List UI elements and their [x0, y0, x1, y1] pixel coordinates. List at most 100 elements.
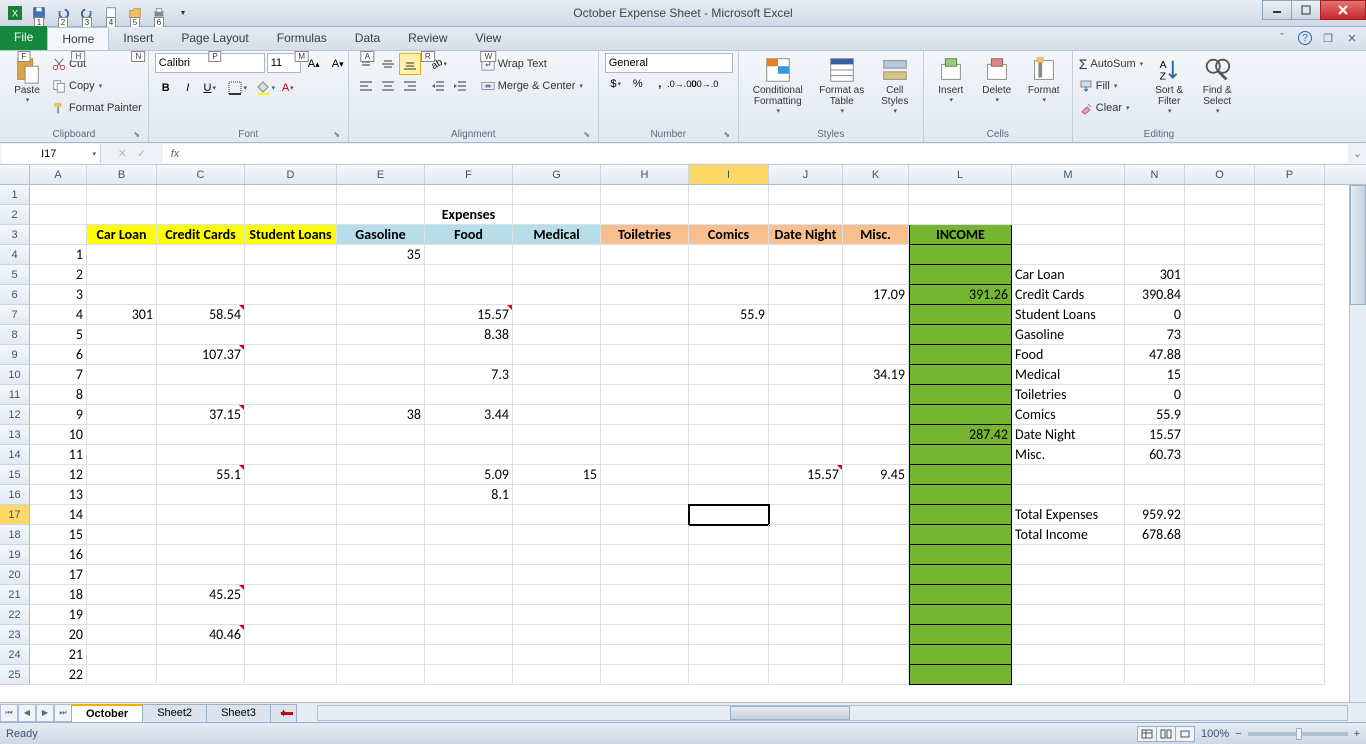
qat-print-icon[interactable]: 6 — [148, 3, 170, 23]
merge-center-button[interactable]: Merge & Center▾ — [481, 75, 583, 97]
cell-M9[interactable]: Food — [1012, 345, 1125, 365]
cell-D7[interactable] — [245, 305, 337, 325]
cell-F6[interactable] — [425, 285, 513, 305]
cell-M5[interactable]: Car Loan — [1012, 265, 1125, 285]
cell-O9[interactable] — [1185, 345, 1255, 365]
cell-C9[interactable]: 107.37 — [157, 345, 245, 365]
cell-N5[interactable]: 301 — [1125, 265, 1185, 285]
cell-G5[interactable] — [513, 265, 601, 285]
align-center-icon[interactable] — [377, 75, 399, 97]
formula-input[interactable] — [187, 148, 1348, 160]
cell-J8[interactable] — [769, 325, 843, 345]
cell-D14[interactable] — [245, 445, 337, 465]
cell-B17[interactable] — [87, 505, 157, 525]
tab-insert[interactable]: InsertN — [109, 27, 167, 50]
insert-cells-button[interactable]: Insert▾ — [930, 53, 972, 104]
cell-B4[interactable] — [87, 245, 157, 265]
cell-I4[interactable] — [689, 245, 769, 265]
cell-O7[interactable] — [1185, 305, 1255, 325]
cell-M10[interactable]: Medical — [1012, 365, 1125, 385]
qat-new-icon[interactable]: 4 — [100, 3, 122, 23]
cell-F4[interactable] — [425, 245, 513, 265]
cell-O22[interactable] — [1185, 605, 1255, 625]
cell-F15[interactable]: 5.09 — [425, 465, 513, 485]
cell-E12[interactable]: 38 — [337, 405, 425, 425]
cell-P1[interactable] — [1255, 185, 1325, 205]
column-header-D[interactable]: D — [245, 165, 337, 184]
cell-A18[interactable]: 15 — [30, 525, 87, 545]
cell-B20[interactable] — [87, 565, 157, 585]
conditional-formatting-button[interactable]: Conditional Formatting▾ — [745, 53, 811, 115]
cell-O8[interactable] — [1185, 325, 1255, 345]
cell-H13[interactable] — [601, 425, 689, 445]
cell-G11[interactable] — [513, 385, 601, 405]
column-header-M[interactable]: M — [1012, 165, 1125, 184]
cell-K11[interactable] — [843, 385, 909, 405]
tab-formulas[interactable]: FormulasM — [263, 27, 341, 50]
row-header-20[interactable]: 20 — [0, 565, 30, 585]
cell-D18[interactable] — [245, 525, 337, 545]
cell-I17[interactable] — [689, 505, 769, 525]
cell-F5[interactable] — [425, 265, 513, 285]
cell-D12[interactable] — [245, 405, 337, 425]
row-header-2[interactable]: 2 — [0, 205, 30, 225]
cell-N6[interactable]: 390.84 — [1125, 285, 1185, 305]
cell-M1[interactable] — [1012, 185, 1125, 205]
cell-I8[interactable] — [689, 325, 769, 345]
cell-F7[interactable]: 15.57 — [425, 305, 513, 325]
cell-K2[interactable] — [843, 205, 909, 225]
cell-F24[interactable] — [425, 645, 513, 665]
cell-K17[interactable] — [843, 505, 909, 525]
row-header-3[interactable]: 3 — [0, 225, 30, 245]
cell-C8[interactable] — [157, 325, 245, 345]
cell-N21[interactable] — [1125, 585, 1185, 605]
cell-E5[interactable] — [337, 265, 425, 285]
cell-D19[interactable] — [245, 545, 337, 565]
cell-H17[interactable] — [601, 505, 689, 525]
cell-D25[interactable] — [245, 665, 337, 685]
cell-J19[interactable] — [769, 545, 843, 565]
cell-I2[interactable] — [689, 205, 769, 225]
cell-L4[interactable] — [909, 245, 1012, 265]
cell-A19[interactable]: 16 — [30, 545, 87, 565]
cell-J4[interactable] — [769, 245, 843, 265]
cell-B25[interactable] — [87, 665, 157, 685]
cell-D4[interactable] — [245, 245, 337, 265]
cell-C13[interactable] — [157, 425, 245, 445]
cell-I16[interactable] — [689, 485, 769, 505]
cell-H19[interactable] — [601, 545, 689, 565]
cell-C16[interactable] — [157, 485, 245, 505]
cell-F17[interactable] — [425, 505, 513, 525]
fx-icon[interactable]: fx — [163, 148, 187, 160]
cell-K15[interactable]: 9.45 — [843, 465, 909, 485]
cell-M4[interactable] — [1012, 245, 1125, 265]
find-select-button[interactable]: Find & Select▾ — [1195, 53, 1239, 115]
last-sheet-icon[interactable]: ⏭ — [54, 704, 72, 722]
qat-undo-icon[interactable]: 2 — [52, 3, 74, 23]
cell-J7[interactable] — [769, 305, 843, 325]
cell-E20[interactable] — [337, 565, 425, 585]
cell-F14[interactable] — [425, 445, 513, 465]
font-color-button[interactable]: A▾ — [277, 77, 299, 99]
cell-A5[interactable]: 2 — [30, 265, 87, 285]
cell-D22[interactable] — [245, 605, 337, 625]
row-header-21[interactable]: 21 — [0, 585, 30, 605]
cell-G2[interactable] — [513, 205, 601, 225]
cell-L21[interactable] — [909, 585, 1012, 605]
cell-H8[interactable] — [601, 325, 689, 345]
cell-E15[interactable] — [337, 465, 425, 485]
cell-D20[interactable] — [245, 565, 337, 585]
tab-view[interactable]: ViewW — [462, 27, 516, 50]
cell-M3[interactable] — [1012, 225, 1125, 245]
cell-J17[interactable] — [769, 505, 843, 525]
cell-G1[interactable] — [513, 185, 601, 205]
cell-G14[interactable] — [513, 445, 601, 465]
cell-C19[interactable] — [157, 545, 245, 565]
cell-M25[interactable] — [1012, 665, 1125, 685]
cell-I11[interactable] — [689, 385, 769, 405]
cell-K6[interactable]: 17.09 — [843, 285, 909, 305]
column-header-C[interactable]: C — [157, 165, 245, 184]
sort-filter-button[interactable]: AZSort & Filter▾ — [1147, 53, 1191, 115]
cell-I13[interactable] — [689, 425, 769, 445]
cell-E8[interactable] — [337, 325, 425, 345]
